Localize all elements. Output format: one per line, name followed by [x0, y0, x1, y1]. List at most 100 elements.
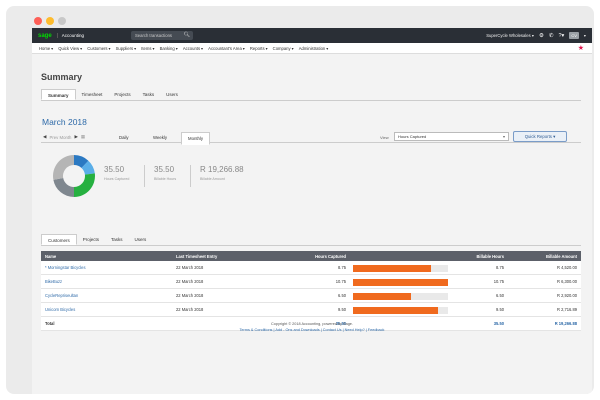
- period-tab-weekly[interactable]: Weekly: [147, 132, 173, 143]
- tab-timesheet[interactable]: Timesheet: [76, 89, 109, 100]
- favourite-star-icon[interactable]: ★: [578, 44, 584, 52]
- stat-billable-hours: 35.50 Billable Hours: [154, 165, 176, 181]
- menu-item-reports[interactable]: Reports: [250, 46, 265, 51]
- hours-bar-fill: [353, 306, 438, 314]
- period-title: March 2018: [42, 117, 87, 127]
- customer-name-link[interactable]: Unicorn Bicycles: [45, 303, 75, 316]
- hours-bar-fill: [353, 278, 448, 286]
- view-select[interactable]: Hours Captured ▾: [394, 132, 509, 141]
- main-menu: Home ▾ Quick View ▾ Customers ▾ Suppliers ▾…: [32, 43, 592, 54]
- menu-item-customers[interactable]: Customers: [87, 46, 107, 51]
- app-name: Accounting: [56, 33, 84, 38]
- app-window: sage Accounting Search transactions 🔍︎ S…: [32, 28, 592, 394]
- quick-reports-button[interactable]: Quick Reports ▾: [513, 131, 567, 142]
- menu-item-accountant-s-area[interactable]: Accountant's Area: [208, 46, 242, 51]
- table-row[interactable]: * Morningstar Bicycles 22 March 2018 8.75 8…: [41, 261, 581, 275]
- prev-month-label[interactable]: Prev Month: [49, 135, 71, 140]
- main-tabs: Summary Timesheet Projects Tasks Users: [41, 89, 581, 101]
- stat-value: 35.50: [154, 165, 175, 174]
- table-row[interactable]: CycleRepriseultan 22 March 2018 6.50 6.50 R …: [41, 289, 581, 303]
- billable-amount: R 2,716.89: [556, 307, 577, 312]
- footer-links[interactable]: Terms & Conditions | Add - Ons and Downl…: [32, 327, 592, 333]
- table-header: Name Last Timesheet Entry Hours Captured…: [41, 251, 581, 261]
- prev-arrow-icon[interactable]: ◀: [43, 134, 46, 140]
- tab-users[interactable]: Users: [160, 89, 184, 100]
- last-entry: 22 March 2018: [176, 307, 204, 312]
- chevron-down-icon: ▾: [265, 45, 268, 51]
- hours-captured: 6.50: [338, 293, 346, 298]
- top-bar: sage Accounting Search transactions 🔍︎ S…: [32, 28, 592, 43]
- subtab-projects[interactable]: Projects: [77, 234, 105, 245]
- chevron-down-icon: ▾: [134, 45, 137, 51]
- stat-value: R 19,266.88: [200, 165, 244, 174]
- billable-hours: 6.50: [496, 293, 504, 298]
- hours-bar: [353, 292, 448, 300]
- company-switcher[interactable]: SuperCycle Wholesales ▾: [486, 33, 534, 38]
- divider: [190, 165, 191, 187]
- subtab-customers[interactable]: Customers: [41, 234, 77, 245]
- top-bar-right: SuperCycle Wholesales ▾ ⚙ ✆ ?▾ CV ▾: [486, 28, 586, 43]
- chevron-down-icon: ▾: [201, 45, 204, 51]
- last-entry: 22 March 2018: [176, 293, 204, 298]
- donut-segment: [53, 155, 74, 180]
- close-window-button[interactable]: [34, 17, 42, 25]
- tab-summary[interactable]: Summary: [41, 89, 76, 100]
- user-avatar[interactable]: CV: [569, 32, 579, 39]
- menu-item-items[interactable]: Items: [141, 46, 151, 51]
- search-icon[interactable]: 🔍︎: [184, 31, 190, 40]
- hours-captured: 9.50: [338, 307, 346, 312]
- chevron-down-icon: ▾: [108, 45, 111, 51]
- period-navigation: ◀ Prev Month ▶ ▦: [43, 134, 85, 140]
- col-billable-hours[interactable]: Billable Hours: [451, 251, 504, 261]
- sub-tabs: Customers Projects Tasks Users: [41, 234, 581, 246]
- chevron-down-icon: ▾: [175, 45, 178, 51]
- menu-item-accounts[interactable]: Accounts: [183, 46, 200, 51]
- next-arrow-icon[interactable]: ▶: [74, 134, 77, 140]
- maximize-window-button[interactable]: [58, 17, 66, 25]
- menu-item-company[interactable]: Company: [273, 46, 291, 51]
- hours-donut-chart: [53, 155, 95, 197]
- chevron-down-icon: ▾: [51, 45, 54, 51]
- donut-segment: [74, 173, 95, 197]
- subtab-tasks[interactable]: Tasks: [105, 234, 129, 245]
- chevron-down-icon: ▾: [291, 45, 294, 51]
- last-entry: 22 March 2018: [176, 265, 204, 270]
- menu-item-banking[interactable]: Banking: [160, 46, 175, 51]
- customer-name-link[interactable]: CycleRepriseultan: [45, 289, 78, 302]
- menu-item-administration[interactable]: Administration: [299, 46, 326, 51]
- menu-item-home[interactable]: Home: [39, 46, 50, 51]
- menu-item-quick-view[interactable]: Quick View: [58, 46, 79, 51]
- col-name[interactable]: Name: [45, 251, 56, 261]
- settings-icon[interactable]: ⚙: [539, 33, 544, 39]
- help-icon[interactable]: ?▾: [559, 33, 565, 39]
- col-last-entry[interactable]: Last Timesheet Entry: [176, 251, 217, 261]
- calendar-icon[interactable]: ▦: [81, 134, 85, 140]
- billable-hours: 10.75: [493, 279, 504, 284]
- customers-table: Name Last Timesheet Entry Hours Captured…: [41, 251, 581, 331]
- hours-bar-fill: [353, 264, 431, 272]
- menu-item-suppliers[interactable]: Suppliers: [116, 46, 133, 51]
- customer-name-link[interactable]: BikeBuzz: [45, 275, 62, 288]
- tab-tasks[interactable]: Tasks: [137, 89, 161, 100]
- billable-amount: R 4,520.00: [556, 265, 577, 270]
- stat-value: 35.50: [104, 165, 125, 174]
- tab-projects[interactable]: Projects: [108, 89, 136, 100]
- table-row[interactable]: BikeBuzz 22 March 2018 10.75 10.75 R 6,300.0…: [41, 275, 581, 289]
- sage-logo[interactable]: sage: [38, 33, 52, 39]
- minimize-window-button[interactable]: [46, 17, 54, 25]
- col-hours-captured[interactable]: Hours Captured: [281, 251, 346, 261]
- phone-icon[interactable]: ✆: [549, 33, 554, 39]
- page-title: Summary: [41, 72, 83, 82]
- hours-bar-fill: [353, 292, 411, 300]
- period-tab-daily[interactable]: Daily: [113, 132, 135, 143]
- customer-name-link[interactable]: * Morningstar Bicycles: [45, 261, 86, 274]
- subtab-users[interactable]: Users: [129, 234, 153, 245]
- user-menu-chevron-icon[interactable]: ▾: [584, 33, 586, 38]
- col-billable-amount[interactable]: Billable Amount: [511, 251, 577, 261]
- billable-hours: 8.75: [496, 265, 504, 270]
- period-tab-monthly[interactable]: Monthly: [181, 132, 211, 145]
- table-row[interactable]: Unicorn Bicycles 22 March 2018 9.50 9.50 R 2…: [41, 303, 581, 317]
- search-input[interactable]: Search transactions 🔍︎: [131, 31, 193, 40]
- last-entry: 22 March 2018: [176, 279, 204, 284]
- chevron-down-icon: ▾: [242, 45, 245, 51]
